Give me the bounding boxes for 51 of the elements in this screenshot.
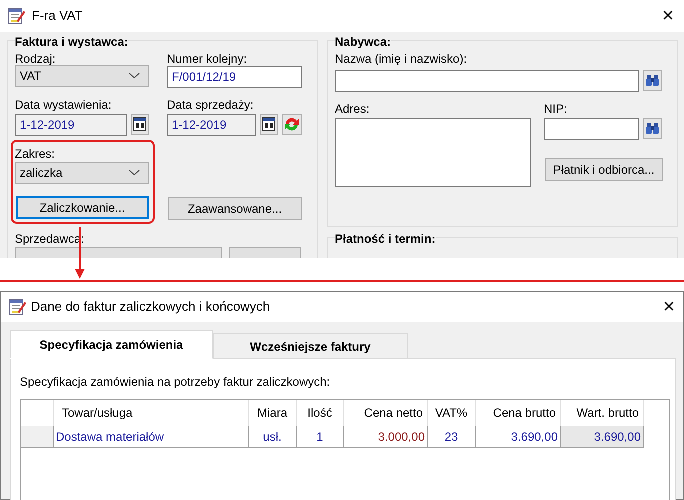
text-field[interactable]: 1-12-2019 — [167, 114, 256, 136]
field-label: Adres: — [335, 102, 371, 116]
calendar-icon[interactable] — [260, 114, 278, 135]
refresh-arrows-icon[interactable] — [282, 114, 302, 135]
binoculars-icon[interactable] — [643, 70, 662, 91]
notepad-pencil-icon — [9, 298, 27, 316]
dialog-button[interactable]: Zaliczkowanie... — [16, 196, 149, 219]
group-title: Nabywca: — [335, 35, 392, 49]
text-field[interactable]: 1-12-2019 — [15, 114, 127, 136]
window-title: F-ra VAT — [32, 7, 83, 26]
field-label: Data wystawienia: — [15, 98, 113, 112]
column-header[interactable]: Cena brutto — [476, 400, 561, 426]
field-label: Nazwa (imię i nazwisko): — [335, 52, 468, 66]
table-cell: Dostawa materiałów — [54, 426, 249, 447]
text-field[interactable]: F/001/12/19 — [167, 66, 302, 88]
dialog-button[interactable]: Płatnik i odbiorca... — [545, 158, 663, 181]
column-header[interactable]: Cena netto — [344, 400, 428, 426]
binoculars-icon[interactable] — [643, 118, 662, 139]
field-label: Numer kolejny: — [167, 52, 248, 66]
description-text: Specyfikacja zamówienia na potrzeby faktur zaliczkowych: — [20, 375, 332, 389]
group-title: Faktura i wystawca: — [15, 35, 128, 49]
table-cell: 3.000,00 — [344, 426, 428, 447]
field-label: Zakres: — [15, 147, 56, 161]
chevron-down-icon — [129, 73, 140, 79]
table-cell: 3.690,00 — [561, 426, 644, 447]
tab[interactable]: Wcześniejsze faktury — [213, 333, 408, 358]
field-label: NIP: — [544, 102, 568, 116]
column-header[interactable]: Towar/usługa — [54, 400, 249, 426]
column-header[interactable]: Miara — [249, 400, 297, 426]
window-title: Dane do faktur zaliczkowych i końcowych — [31, 298, 270, 316]
dropdown[interactable]: zaliczka — [15, 162, 149, 184]
field-label: Rodzaj: — [15, 52, 57, 66]
notepad-pencil-icon — [8, 7, 26, 25]
column-header[interactable]: VAT% — [428, 400, 476, 426]
field-label: Data sprzedaży: — [167, 98, 255, 112]
dropdown[interactable]: VAT — [15, 65, 149, 87]
column-header[interactable]: Ilość — [297, 400, 344, 426]
close-button[interactable]: × — [663, 297, 675, 317]
address-field[interactable] — [335, 118, 531, 187]
dialog-button[interactable]: Zaawansowane... — [168, 197, 302, 220]
calendar-icon[interactable] — [131, 114, 149, 135]
group-title: Płatność i termin: — [335, 232, 436, 246]
close-button[interactable]: × — [662, 6, 674, 26]
table-cell: 23 — [428, 426, 476, 447]
chevron-down-icon — [129, 170, 140, 176]
table-cell: usł. — [249, 426, 297, 447]
tab[interactable]: Specyfikacja zamówienia — [10, 330, 213, 359]
row-header[interactable] — [21, 426, 54, 447]
text-field[interactable] — [544, 118, 639, 140]
table-cell: 1 — [297, 426, 344, 447]
text-field[interactable] — [335, 70, 639, 92]
